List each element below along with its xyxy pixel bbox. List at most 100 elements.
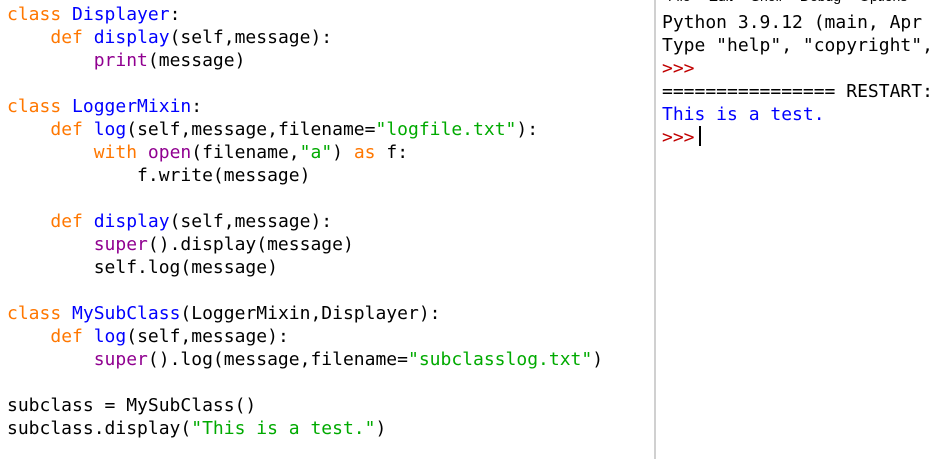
code-token: LoggerMixin (72, 96, 192, 117)
code-token: print (93, 50, 148, 71)
code-token: f: (375, 142, 409, 163)
code-token: "logfile.txt" (375, 119, 517, 140)
code-line: subclass = MySubClass() (7, 394, 603, 417)
code-line: def display(self,message): (7, 26, 603, 49)
text-cursor (698, 126, 701, 146)
code-token: display (93, 211, 170, 232)
menu-item-edit[interactable]: Edit (709, 0, 733, 4)
code-token: ().log(message,filename= (147, 349, 408, 370)
code-token: def (50, 326, 83, 347)
code-token: "This is a test." (191, 418, 376, 439)
code-line: def log(self,message): (7, 325, 603, 348)
code-token: : (169, 4, 181, 25)
code-token: Python 3.9.12 (main, Apr (662, 12, 923, 33)
shell-line: >>> (662, 126, 933, 149)
code-token: def (50, 211, 83, 232)
code-token: log (93, 119, 127, 140)
code-token: Displayer (72, 4, 170, 25)
menu-item-debug[interactable]: Debug (800, 0, 841, 4)
code-token: class (7, 4, 62, 25)
menu-item-options[interactable]: Options (859, 0, 907, 4)
code-token: subclass.display( (7, 418, 192, 439)
code-token: (self,message): (169, 211, 333, 232)
code-token: class (7, 303, 62, 324)
code-line: print(message) (7, 49, 603, 72)
code-token: (LoggerMixin,Displayer): (180, 303, 441, 324)
code-line: subclass.display("This is a test.") (7, 417, 603, 440)
code-line: with open(filename,"a") as f: (7, 141, 603, 164)
shell-menu-bar: File Edit Shell Debug Options (660, 0, 917, 4)
shell-line: >>> (662, 57, 933, 80)
code-token: (self,message): (126, 326, 289, 347)
menu-item-shell[interactable]: Shell (751, 0, 782, 4)
code-token: (message) (147, 50, 246, 71)
code-token: >>> (662, 127, 695, 148)
shell-window[interactable]: File Edit Shell Debug Options Python 3.9.12 … (656, 0, 934, 459)
code-token: ) (375, 418, 387, 439)
code-token: ================ RESTART: (662, 81, 933, 102)
code-token: as (353, 142, 376, 163)
code-text-area[interactable]: class Displayer: def display(self,messag… (7, 3, 603, 440)
shell-line: ================ RESTART: (662, 80, 933, 103)
code-token: display (93, 27, 170, 48)
code-token: open (147, 142, 192, 163)
code-token: subclass = MySubClass() (7, 395, 257, 416)
code-token: with (93, 142, 138, 163)
shell-line: Python 3.9.12 (main, Apr (662, 11, 933, 34)
code-line: class LoggerMixin: (7, 95, 603, 118)
shell-output[interactable]: Python 3.9.12 (main, Apr Type "help", "co… (662, 11, 933, 149)
code-line: super().display(message) (7, 233, 603, 256)
code-token: Type "help", "copyright", (662, 35, 933, 56)
code-token: ) (332, 142, 354, 163)
code-line: super().log(message,filename="subclasslo… (7, 348, 603, 371)
menu-item-file[interactable]: File (668, 0, 691, 4)
code-token: (self,message,filename= (126, 119, 376, 140)
code-token: ().display(message) (147, 234, 354, 255)
code-token: f.write(message) (7, 165, 311, 186)
editor-window[interactable]: class Displayer: def display(self,messag… (0, 0, 654, 459)
code-token: self.log(message) (7, 257, 278, 278)
code-line: f.write(message) (7, 164, 603, 187)
code-token: def (50, 27, 83, 48)
code-token: ) (592, 349, 604, 370)
code-line: self.log(message) (7, 256, 603, 279)
shell-line: Type "help", "copyright", (662, 34, 933, 57)
shell-line: This is a test. (662, 103, 933, 126)
code-token: "subclasslog.txt" (407, 349, 593, 370)
code-token: super (93, 349, 148, 370)
code-token: class (7, 96, 62, 117)
code-token: ): (516, 119, 539, 140)
code-token: >>> (662, 58, 695, 79)
code-token: (filename, (191, 142, 300, 163)
code-line: def display(self,message): (7, 210, 603, 233)
code-token: def (50, 119, 83, 140)
code-line: class Displayer: (7, 3, 603, 26)
code-line: def log(self,message,filename="logfile.t… (7, 118, 603, 141)
code-token: : (191, 96, 203, 117)
code-token: "a" (299, 142, 333, 163)
code-token: log (93, 326, 127, 347)
code-token: (self,message): (169, 27, 333, 48)
code-token: MySubClass (72, 303, 181, 324)
code-token: super (93, 234, 148, 255)
code-line: class MySubClass(LoggerMixin,Displayer): (7, 302, 603, 325)
